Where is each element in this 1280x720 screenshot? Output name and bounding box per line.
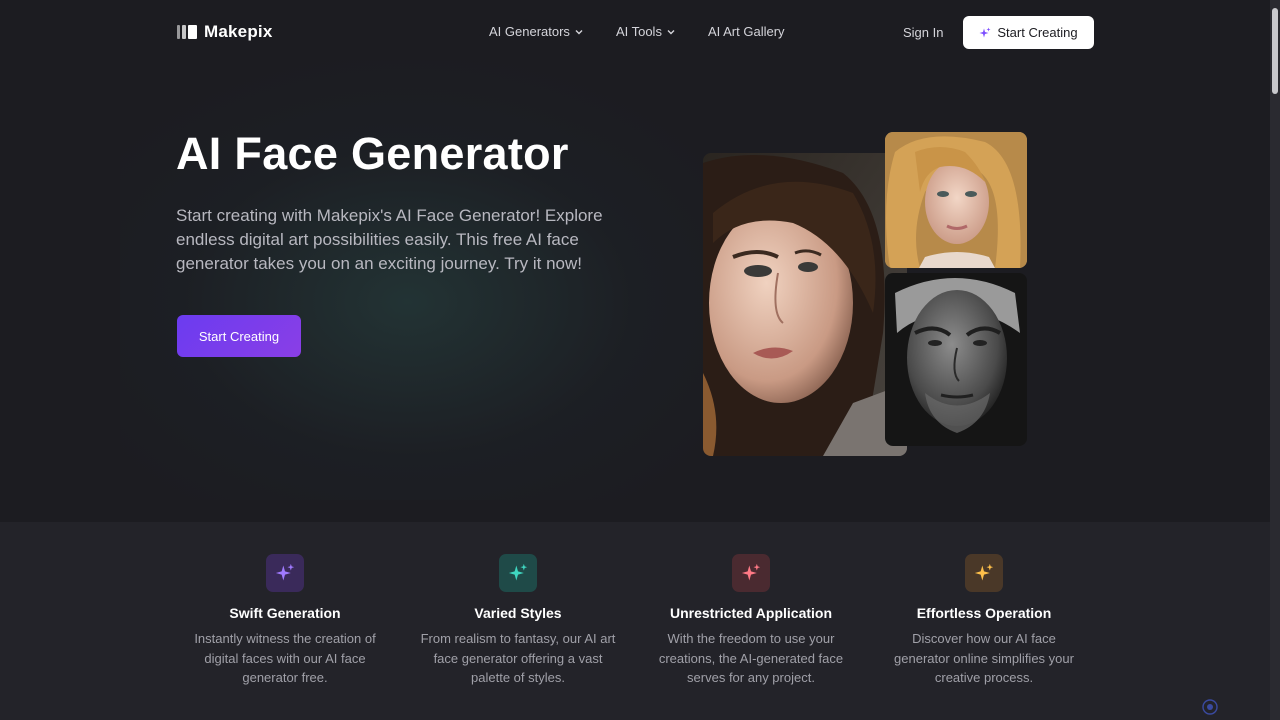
nav-ai-art-gallery[interactable]: AI Art Gallery (708, 24, 785, 39)
feature-unrestricted-application: Unrestricted Application With the freedo… (651, 522, 851, 688)
feature-varied-styles: Varied Styles From realism to fantasy, o… (418, 522, 618, 688)
nav-ai-generators[interactable]: AI Generators (489, 24, 584, 39)
page-scrollbar[interactable] (1270, 0, 1280, 720)
logo-mark-icon (177, 25, 197, 39)
nav-links: AI Generators AI Tools AI Art Gallery (489, 24, 785, 39)
feature-description: Discover how our AI face generator onlin… (894, 631, 1074, 685)
support-chat-icon[interactable] (1202, 699, 1218, 715)
start-creating-hero-button[interactable]: Start Creating (177, 315, 301, 357)
feature-title: Effortless Operation (916, 605, 1052, 621)
start-creating-nav-button[interactable]: Start Creating (963, 16, 1094, 49)
button-label: Start Creating (198, 328, 280, 344)
feature-effortless-operation: Effortless Operation Discover how our AI… (884, 522, 1084, 688)
feature-description: With the freedom to use your creations, … (658, 631, 844, 685)
features-section: Swift Generation Instantly witness the c… (0, 522, 1270, 720)
brand-logo[interactable]: Makepix (177, 22, 273, 42)
sparkle-icon (965, 554, 1003, 592)
nav-link-label: AI Art Gallery (707, 24, 785, 39)
feature-description: From realism to fantasy, our AI art face… (420, 631, 616, 685)
sparkle-icon (266, 554, 304, 592)
scrollbar-thumb[interactable] (1272, 8, 1278, 94)
chevron-down-icon (575, 29, 583, 34)
feature-title: Varied Styles (474, 605, 562, 621)
hero-background-glow (120, 60, 760, 500)
portrait-older-man-bw-image (885, 273, 1027, 446)
page-title: AI Face Generator (176, 128, 569, 179)
feature-title: Unrestricted Application (669, 605, 833, 621)
portrait-woman-dark-hair-image (703, 153, 907, 456)
sign-in-link[interactable]: Sign In (903, 25, 943, 40)
nav-link-label: AI Tools (615, 24, 662, 39)
portrait-woman-blonde-hair-image (885, 132, 1027, 268)
top-navigation: Makepix AI Generators AI Tools AI Art Ga… (0, 0, 1270, 64)
feature-title: Swift Generation (229, 605, 341, 621)
nav-link-label: AI Generators (489, 24, 570, 39)
sparkle-icon (499, 554, 537, 592)
sparkle-icon (732, 554, 770, 592)
nav-ai-tools[interactable]: AI Tools (616, 24, 676, 39)
button-label: Start Creating (997, 25, 1078, 40)
brand-name: Makepix (204, 22, 273, 41)
chevron-down-icon (667, 29, 675, 34)
feature-swift-generation: Swift Generation Instantly witness the c… (185, 522, 385, 688)
sparkle-icon (979, 27, 991, 37)
feature-description: Instantly witness the creation of digita… (194, 631, 376, 685)
hero-description: Start creating with Makepix's AI Face Ge… (176, 206, 603, 273)
